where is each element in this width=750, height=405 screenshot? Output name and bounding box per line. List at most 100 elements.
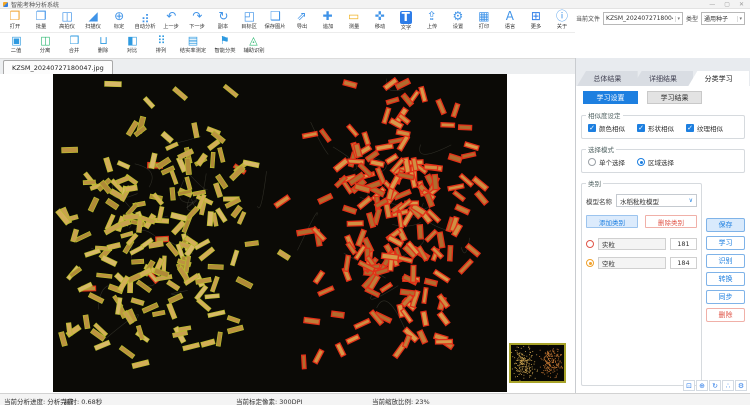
save-button[interactable]: 保存 xyxy=(706,218,745,232)
toolbar-duplicate-button[interactable]: ↻副本 xyxy=(210,10,236,32)
add-category-button[interactable]: 添加类别 xyxy=(586,215,638,228)
toolbar-doc-camera-button[interactable]: ◫高拍仪 xyxy=(54,10,80,32)
next-step-label: 下一步 xyxy=(189,23,205,30)
checkbox-checked-icon: ✓ xyxy=(588,124,596,132)
category-color-radio[interactable] xyxy=(586,240,594,248)
single-select-label: 单个选择 xyxy=(599,157,625,167)
minimap[interactable] xyxy=(509,343,566,383)
pan-button[interactable]: ⊕ xyxy=(696,380,708,391)
view-gear-button[interactable]: ⚙ xyxy=(735,380,747,391)
seed-image-canvas[interactable] xyxy=(53,74,507,392)
panel-tabs: 总体结果 详细结果 分类学习 xyxy=(576,58,750,86)
toolbar-open-button[interactable]: ❒打开 xyxy=(2,10,28,32)
category-title: 类别 xyxy=(586,178,603,188)
checkbox-color-similar[interactable]: ✓颜色相似 xyxy=(588,123,625,133)
maximize-button[interactable]: ▢ xyxy=(724,1,730,8)
toolbar-smart-class-button[interactable]: ⚑智能分类 xyxy=(210,34,239,58)
toolbar-save-image-button[interactable]: ❑保存图片 xyxy=(262,10,288,32)
toolbar-settings-button[interactable]: ⚙设置 xyxy=(445,10,471,32)
category-name-field-empty-grain[interactable]: 空粒 xyxy=(598,257,666,269)
toolbar-export-button[interactable]: ⇗导出 xyxy=(289,10,315,32)
current-file-combobox[interactable]: KZSM_20240727180047 ▾ xyxy=(603,12,683,25)
smart-class-label: 智能分类 xyxy=(214,47,235,54)
status-item: 当前分析进度: 分析完成 xyxy=(4,396,73,405)
toolbar-text-button[interactable]: T文字 xyxy=(393,10,419,32)
toolbar-next-step-button[interactable]: ↷下一步 xyxy=(184,10,210,32)
category-row-empty-grain: 空粒184 xyxy=(586,257,697,269)
subtab-learning-results[interactable]: 学习结果 xyxy=(647,91,702,104)
calibrate-label: 标定 xyxy=(114,23,125,30)
radio-dot-icon xyxy=(589,262,592,265)
text-t-icon: T xyxy=(400,11,412,24)
status-bar: 当前分析进度: 分析完成耗时: 0.68秒当前标定像素: 300DPI当前缩放比… xyxy=(0,393,750,405)
toolbar-upload-button[interactable]: ⇪上传 xyxy=(419,10,445,32)
toolbar-language-button[interactable]: A语言 xyxy=(497,10,523,32)
panel-tab-overall-results[interactable]: 总体结果 xyxy=(577,71,638,86)
similarity-title: 相似度设定 xyxy=(586,110,623,120)
toolbar-binarize-button[interactable]: ▣二值 xyxy=(2,34,31,58)
learn-button[interactable]: 学习 xyxy=(706,236,745,250)
delete-button[interactable]: 删除 xyxy=(706,308,745,322)
category-color-radio[interactable] xyxy=(586,259,594,267)
status-item: 当前标定像素: 300DPI xyxy=(236,396,303,405)
overall-results-label: 总体结果 xyxy=(593,74,621,84)
minimap-canvas xyxy=(511,345,564,381)
classify-learning-label: 分类学习 xyxy=(705,74,733,84)
radio-region-select[interactable]: 区域选择 xyxy=(637,157,674,167)
compare-label: 对比 xyxy=(127,47,138,54)
fit-view-button[interactable]: ⊡ xyxy=(683,380,695,391)
similarity-group: 相似度设定 ✓颜色相似 ✓形状相似 ✓纹理相似 xyxy=(581,110,745,139)
more-grid-icon: ⊞ xyxy=(531,10,541,23)
toolbar-target-area-button[interactable]: ◰目标区 xyxy=(236,10,262,32)
toolbar-arrange-button[interactable]: ⠿排列 xyxy=(147,34,176,58)
toolbar-seed-rate-button[interactable]: ▤结实率测定 xyxy=(176,34,210,58)
points-button[interactable]: ∴ xyxy=(722,380,734,391)
seed-type-combobox[interactable]: 通用种子 ▾ xyxy=(701,12,745,25)
toolbar-auto-analyze-button[interactable]: ⣴自动分析 xyxy=(132,10,158,32)
category-name-field-full-grain[interactable]: 实粒 xyxy=(598,238,666,250)
toolbar-batch-button[interactable]: ❐批量 xyxy=(28,10,54,32)
checkbox-shape-similar[interactable]: ✓形状相似 xyxy=(637,123,674,133)
convert-button[interactable]: 转换 xyxy=(706,272,745,286)
learning-subtabs: 学习设置学习结果 xyxy=(583,91,745,104)
toolbar-more-button[interactable]: ⊞更多 xyxy=(523,10,549,32)
image-viewport xyxy=(0,74,575,393)
toolbar-separate-button[interactable]: ◫分离 xyxy=(31,34,60,58)
toolbar-about-button[interactable]: ⓘ关于 xyxy=(549,10,575,32)
region-select-label: 区域选择 xyxy=(648,157,674,167)
toolbar-assist-recog-button[interactable]: ◬辅助识别 xyxy=(239,34,268,58)
delete-category-button[interactable]: 删除类别 xyxy=(645,215,697,228)
toolbar-measure-button[interactable]: ▭测量 xyxy=(341,10,367,32)
move-label: 移动 xyxy=(374,23,385,30)
chevron-down-icon: ∨ xyxy=(689,197,693,204)
toolbar-delete-button[interactable]: ⊔删除 xyxy=(89,34,118,58)
checkbox-texture-similar[interactable]: ✓纹理相似 xyxy=(686,123,723,133)
toolbar-compare-button[interactable]: ◧对比 xyxy=(118,34,147,58)
printer-icon: ▦ xyxy=(478,10,489,23)
toolbar-print-button[interactable]: ▦打印 xyxy=(471,10,497,32)
bar-chart-icon: ⣴ xyxy=(141,10,150,23)
toolbar-calibrate-button[interactable]: ⊕标定 xyxy=(106,10,132,32)
sync-button[interactable]: 同步 xyxy=(706,290,745,304)
toolbar-append-button[interactable]: ✚追加 xyxy=(315,10,341,32)
rotate-button[interactable]: ↻ xyxy=(709,380,721,391)
toolbar-prev-step-button[interactable]: ↶上一步 xyxy=(158,10,184,32)
detail-results-label: 详细结果 xyxy=(649,74,677,84)
document-tab[interactable]: KZSM_20240727180047.jpg xyxy=(3,60,113,74)
panel-tab-detail-results[interactable]: 详细结果 xyxy=(633,71,694,86)
toolbar-scanner-button[interactable]: ◢扫描仪 xyxy=(80,10,106,32)
minimize-button[interactable]: — xyxy=(709,1,715,8)
radio-single-select[interactable]: 单个选择 xyxy=(588,157,625,167)
panel-tab-classify-learning[interactable]: 分类学习 xyxy=(688,71,749,86)
subtab-learning-settings[interactable]: 学习设置 xyxy=(583,91,638,104)
category-row-full-grain: 实粒181 xyxy=(586,238,697,250)
current-file-label: 当前文件 xyxy=(576,14,600,23)
toolbar-move-button[interactable]: ✜移动 xyxy=(367,10,393,32)
model-name-combobox[interactable]: 水稻秕粒模型 ∨ xyxy=(616,194,697,207)
recognize-button[interactable]: 识别 xyxy=(706,254,745,268)
open-book-icon: ▤ xyxy=(188,34,198,47)
toolbar-merge-button[interactable]: ❒合并 xyxy=(60,34,89,58)
arrange-label: 排列 xyxy=(156,47,167,54)
image-region-icon: ◰ xyxy=(244,10,255,23)
close-button[interactable]: ✕ xyxy=(739,1,744,8)
